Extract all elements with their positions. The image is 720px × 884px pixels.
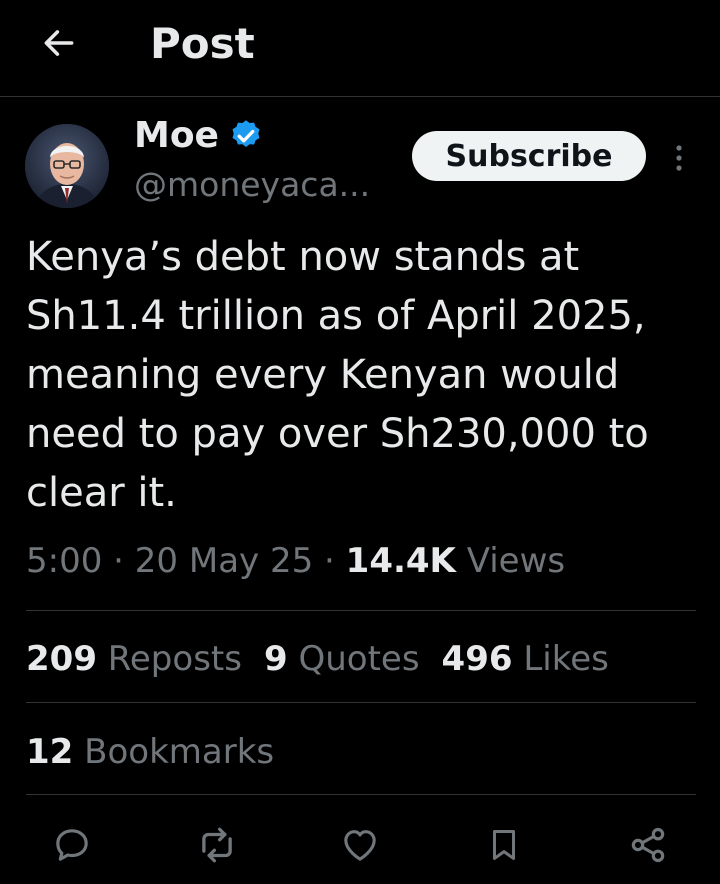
author-name[interactable]: Moe [134,114,219,158]
repost-icon [202,827,232,863]
likes-count: 496 [441,639,513,679]
likes-stat[interactable]: 496 Likes [442,636,609,682]
reposts-count: 209 [26,639,97,679]
divider [26,794,696,795]
meta-separator: · [324,541,335,581]
avatar-photo [25,124,109,208]
vertical-ellipsis-icon [676,145,682,171]
author-handle[interactable]: @moneyaca... [134,165,370,205]
avatar[interactable] [25,124,109,208]
post-meta: 5:00 · 20 May 25 · 14.4K Views [26,538,565,584]
divider [26,702,696,703]
bookmarks-stat[interactable]: 12 Bookmarks [26,729,274,775]
divider [26,610,696,611]
quotes-count: 9 [263,639,288,679]
bookmarks-label: Bookmarks [84,732,275,772]
reposts-label: Reposts [107,639,242,679]
repost-button[interactable] [195,823,239,867]
meta-separator: · [113,541,124,581]
share-icon [631,827,665,863]
bookmark-icon [492,830,516,860]
quotes-stat[interactable]: 9 Quotes [264,636,420,682]
back-button[interactable] [38,22,80,64]
views-label: Views [466,541,566,581]
post-date[interactable]: 20 May 25 [135,541,313,581]
quotes-label: Quotes [298,639,420,679]
reply-icon [56,829,88,861]
post-time[interactable]: 5:00 [26,541,102,581]
subscribe-button[interactable]: Subscribe [412,131,646,181]
top-bar: Post [0,0,720,97]
likes-label: Likes [523,639,609,679]
views-count: 14.4K [345,541,456,581]
reply-button[interactable] [50,823,94,867]
verified-badge-icon [232,120,260,147]
post-text: Kenya’s debt now stands at Sh11.4 trilli… [26,234,649,516]
share-button[interactable] [626,823,670,867]
reposts-stat[interactable]: 209 Reposts [26,636,242,682]
bookmarks-count: 12 [26,732,74,772]
page-title: Post [150,19,255,68]
engagement-stats: 209 Reposts 9 Quotes 496 Likes [26,636,631,682]
like-button[interactable] [338,823,382,867]
more-options-button[interactable] [664,138,694,178]
heart-icon [344,830,376,861]
arrow-left-icon [44,30,74,56]
bookmark-button[interactable] [482,823,526,867]
